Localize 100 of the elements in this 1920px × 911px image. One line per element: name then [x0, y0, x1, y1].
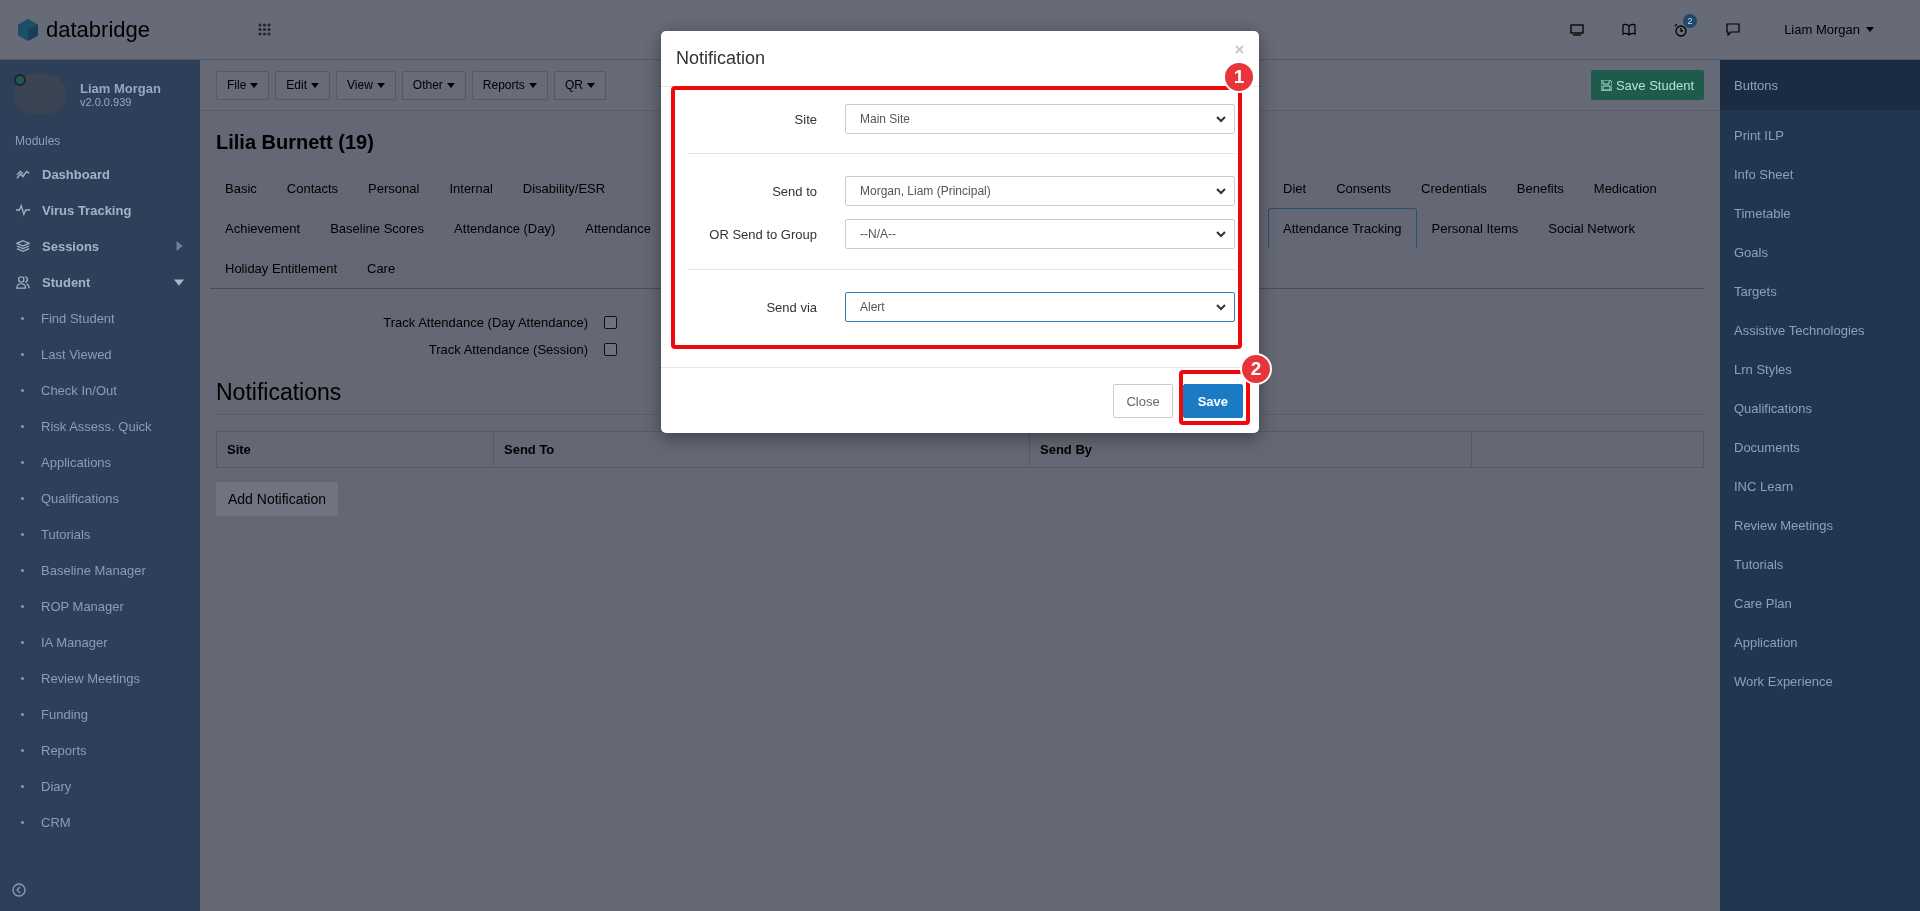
menu-dropdown-button[interactable]: Reports: [471, 70, 548, 100]
sidebar-sub-item[interactable]: Find Student: [0, 300, 200, 336]
tab[interactable]: Disability/ESR: [507, 168, 621, 208]
sidebar-sub-item[interactable]: Baseline Manager: [0, 552, 200, 588]
student-title: Lilia Burnett (19): [216, 131, 375, 154]
tab[interactable]: Consents: [1321, 168, 1407, 208]
chevron-down-icon: [1216, 230, 1226, 238]
select-field[interactable]: --N/A--: [845, 219, 1235, 249]
tab[interactable]: Personal Items: [1416, 208, 1534, 248]
sidebar-sub-item[interactable]: ROP Manager: [0, 588, 200, 624]
checkbox[interactable]: [604, 316, 617, 329]
tab[interactable]: Medication: [1578, 168, 1672, 208]
sidebar-sub-item[interactable]: Last Viewed: [0, 336, 200, 372]
users-icon: [16, 275, 30, 289]
sidebar-sub-item[interactable]: Reports: [0, 732, 200, 768]
field-label: Send via: [765, 299, 817, 315]
panel-link[interactable]: Goals: [1720, 233, 1920, 272]
dialog-title: Notification: [676, 48, 766, 69]
panel-link[interactable]: Lrn Styles: [1720, 350, 1920, 389]
sidebar-sub-item[interactable]: Risk Assess. Quick: [0, 408, 200, 444]
chevron-down-icon: [1216, 303, 1226, 311]
menu-dropdown-button[interactable]: View: [336, 70, 396, 100]
select-field[interactable]: Main Site: [845, 104, 1235, 134]
tab[interactable]: Personal: [353, 168, 435, 208]
panel-link[interactable]: Timetable: [1720, 194, 1920, 233]
checkbox-label: Track Attendance (Session): [427, 342, 588, 357]
sidebar-sub-item[interactable]: Applications: [0, 444, 200, 480]
alarm-clock-icon[interactable]: [1674, 22, 1689, 37]
panel-link[interactable]: Application: [1720, 623, 1920, 662]
sidebar-sub-item[interactable]: Diary: [0, 768, 200, 804]
sidebar-sub-item[interactable]: Review Meetings: [0, 660, 200, 696]
notification-count-badge: 2: [1683, 13, 1698, 28]
panel-link[interactable]: Work Experience: [1720, 662, 1920, 701]
panel-link[interactable]: Tutorials: [1720, 545, 1920, 584]
sidebar-sub-item[interactable]: Funding: [0, 696, 200, 732]
pulse-icon: [16, 203, 30, 217]
column-header: Site: [216, 431, 494, 468]
monitor-icon[interactable]: [1570, 23, 1585, 36]
user-name: Liam Morgan: [80, 80, 161, 96]
tab[interactable]: Attendance Tracking: [1268, 208, 1417, 248]
book-icon[interactable]: [1622, 23, 1637, 36]
save-student-button[interactable]: Save Student: [1590, 70, 1704, 100]
panel-link[interactable]: Care Plan: [1720, 584, 1920, 623]
caret-icon: [250, 82, 259, 88]
status-dot: [14, 74, 26, 86]
logo-text: databridge: [46, 16, 150, 43]
caret-icon: [528, 82, 537, 88]
field-label: Send to: [771, 183, 817, 199]
panel-link[interactable]: INC Learn: [1720, 467, 1920, 506]
tab[interactable]: Diet: [1268, 168, 1322, 208]
sidebar-module-item[interactable]: Virus Tracking: [0, 192, 200, 228]
caret-icon: [446, 82, 455, 88]
tab[interactable]: Attendance (Day): [439, 208, 571, 248]
field-label: OR Send to Group: [708, 226, 817, 242]
sidebar-sub-item[interactable]: Check In/Out: [0, 372, 200, 408]
tab[interactable]: Benefits: [1501, 168, 1579, 208]
panel-link[interactable]: Review Meetings: [1720, 506, 1920, 545]
select-field[interactable]: Morgan, Liam (Principal): [845, 176, 1235, 206]
tab[interactable]: Attendance: [570, 208, 667, 248]
select-field[interactable]: Alert: [845, 292, 1235, 322]
chat-bubble-icon[interactable]: [1726, 23, 1741, 36]
sidebar-sub-item[interactable]: IA Manager: [0, 624, 200, 660]
section-label: Modules: [14, 133, 62, 150]
tab[interactable]: Care: [352, 248, 411, 288]
menu-dropdown-button[interactable]: Other: [401, 70, 466, 100]
sidebar-sub-item[interactable]: CRM: [0, 804, 200, 840]
chevron-down-icon: [1216, 115, 1226, 123]
tab[interactable]: Baseline Scores: [315, 208, 440, 248]
add-notification-button[interactable]: Add Notification: [216, 482, 339, 516]
caret-icon: [376, 82, 385, 88]
sidebar-module-item[interactable]: Sessions: [0, 228, 200, 264]
tab[interactable]: Achievement: [210, 208, 316, 248]
sidebar-module-item[interactable]: Dashboard: [0, 156, 200, 192]
user-menu[interactable]: Liam Morgan: [1778, 21, 1880, 38]
close-button[interactable]: Close: [1113, 384, 1173, 418]
menu-dropdown-button[interactable]: QR: [553, 70, 606, 100]
panel-link[interactable]: Print ILP: [1720, 116, 1920, 155]
tab[interactable]: Internal: [434, 168, 508, 208]
app-grid-icon[interactable]: [258, 23, 271, 36]
menu-dropdown-button[interactable]: File: [216, 70, 270, 100]
caret-icon: [1866, 27, 1874, 32]
panel-link[interactable]: Assistive Technologies: [1720, 311, 1920, 350]
menu-dropdown-button[interactable]: Edit: [275, 70, 331, 100]
sidebar-module-item[interactable]: Student: [0, 264, 200, 300]
save-button[interactable]: Save: [1182, 384, 1243, 418]
sidebar-sub-item[interactable]: Tutorials: [0, 516, 200, 552]
panel-heading: Buttons: [1720, 60, 1920, 110]
tab[interactable]: Credentials: [1406, 168, 1502, 208]
checkbox[interactable]: [604, 343, 617, 356]
tab[interactable]: Contacts: [271, 168, 354, 208]
panel-link[interactable]: Documents: [1720, 428, 1920, 467]
caret-icon: [311, 82, 320, 88]
field-label: Site: [793, 111, 817, 127]
tab[interactable]: Holiday Entitlement: [210, 248, 352, 288]
tab[interactable]: Basic: [210, 168, 272, 208]
sidebar-sub-item[interactable]: Qualifications: [0, 480, 200, 516]
tab[interactable]: Social Network: [1533, 208, 1650, 248]
panel-link[interactable]: Info Sheet: [1720, 155, 1920, 194]
panel-link[interactable]: Qualifications: [1720, 389, 1920, 428]
panel-link[interactable]: Targets: [1720, 272, 1920, 311]
